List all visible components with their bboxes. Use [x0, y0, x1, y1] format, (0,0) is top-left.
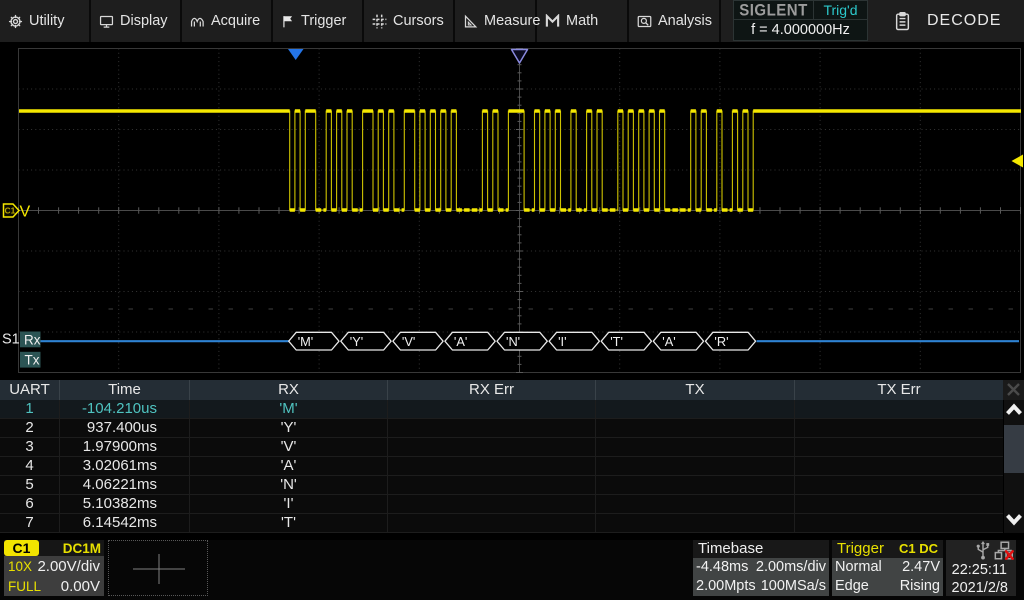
svg-text:'R': 'R' — [714, 334, 728, 349]
svg-text:'I': 'I' — [558, 334, 566, 349]
svg-text:'Y': 'Y' — [350, 334, 363, 349]
svg-text:Tx: Tx — [25, 353, 40, 368]
svg-text:'A': 'A' — [454, 334, 467, 349]
svg-text:'A': 'A' — [662, 334, 675, 349]
svg-text:V: V — [20, 204, 31, 221]
svg-text:'N': 'N' — [506, 334, 520, 349]
svg-text:Rx: Rx — [24, 332, 41, 347]
svg-text:'M': 'M' — [298, 334, 314, 349]
svg-text:S1: S1 — [2, 332, 20, 348]
svg-text:'T': 'T' — [610, 334, 623, 349]
svg-text:C1: C1 — [5, 206, 16, 216]
svg-text:'V': 'V' — [402, 334, 415, 349]
